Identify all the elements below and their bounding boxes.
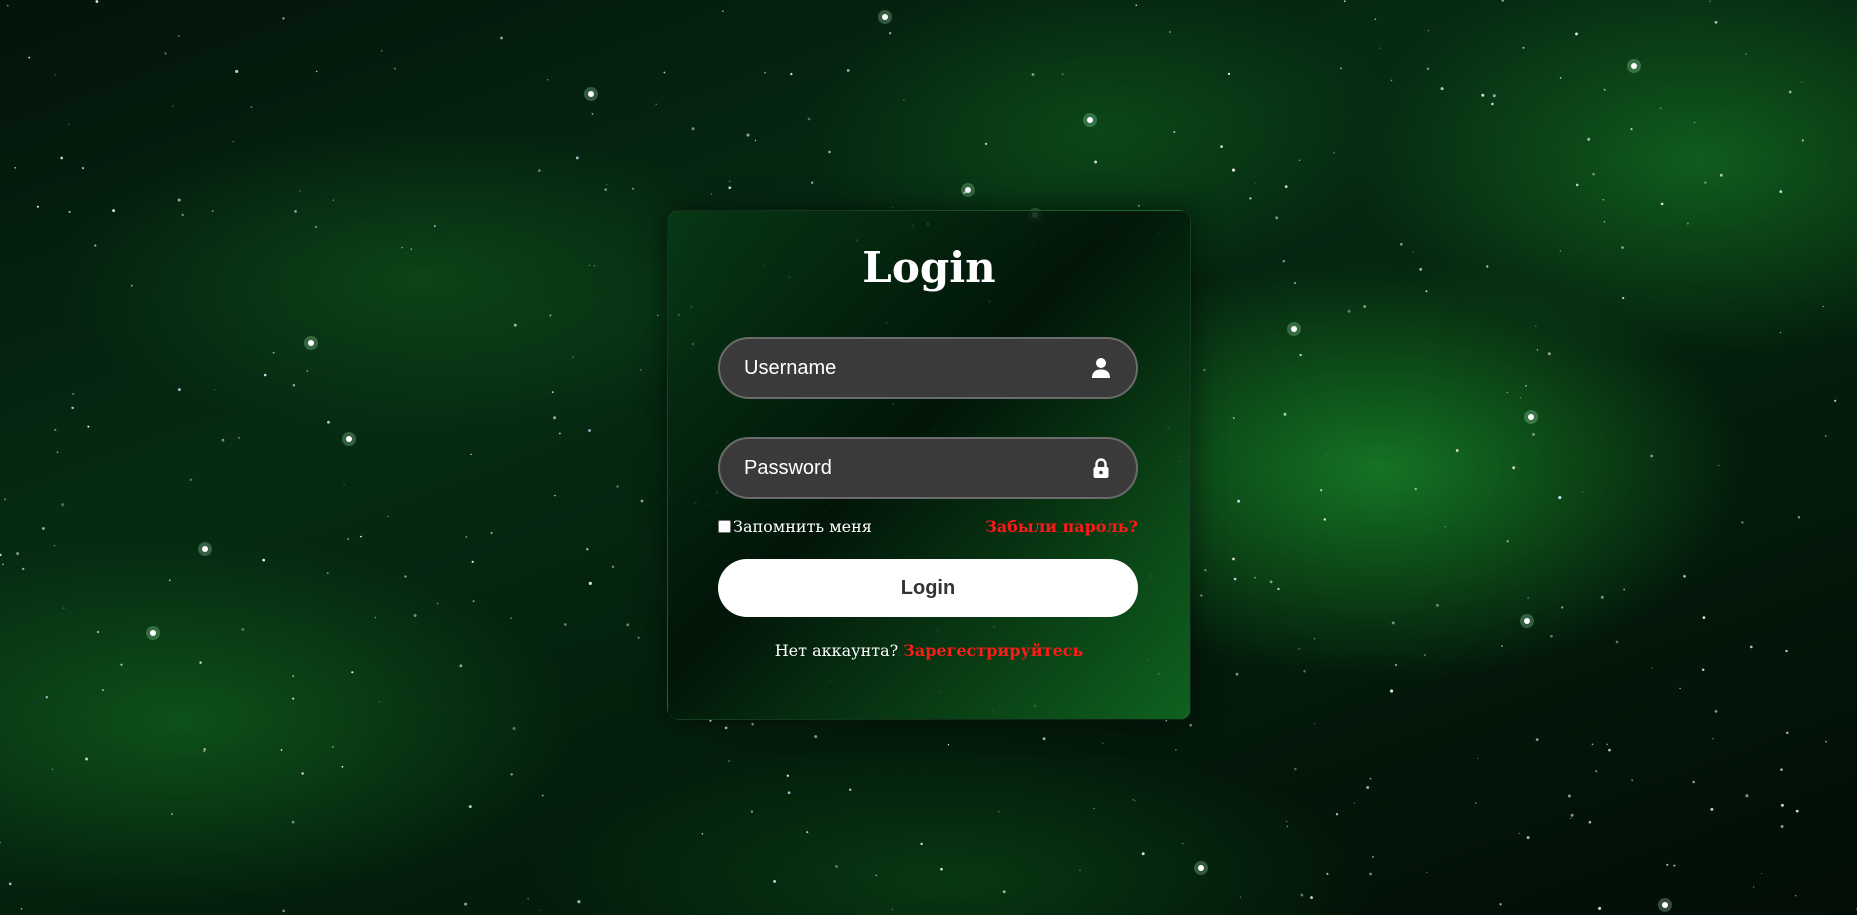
register-prompt-text: Нет аккаунта? (774, 641, 899, 660)
remember-me-label: Запомнить меня (733, 517, 872, 536)
register-prompt: Нет аккаунта? Зарегестрируйтесь (668, 641, 1190, 660)
user-icon (1092, 358, 1110, 378)
lock-icon (1093, 458, 1109, 478)
forgot-password-link[interactable]: Забыли пароль? (985, 517, 1138, 536)
remember-me-checkbox[interactable] (718, 520, 731, 533)
remember-me[interactable]: Запомнить меня (718, 517, 872, 536)
login-button[interactable]: Login (718, 559, 1138, 617)
password-field (718, 437, 1138, 499)
page-title: Login (862, 243, 996, 292)
login-card: Login Запомнить меня Забыли пароль? Logi… (667, 210, 1191, 720)
username-field (718, 337, 1138, 399)
register-link[interactable]: Зарегестрируйтесь (903, 641, 1083, 660)
login-options: Запомнить меня Забыли пароль? (718, 517, 1138, 541)
password-input[interactable] (720, 439, 1080, 497)
username-input[interactable] (720, 339, 1080, 397)
